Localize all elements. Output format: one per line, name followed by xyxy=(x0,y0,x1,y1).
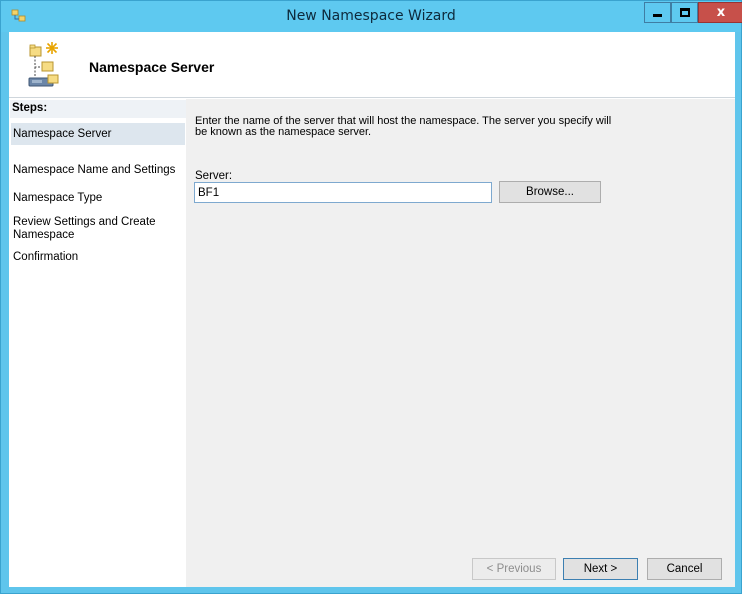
step-label: Namespace Name and Settings xyxy=(13,164,176,176)
minimize-button[interactable] xyxy=(644,2,671,23)
step-label: Review Settings and Create Namespace xyxy=(13,216,156,241)
maximize-button[interactable] xyxy=(671,2,698,23)
step-confirmation[interactable]: Confirmation xyxy=(11,251,185,264)
step-namespace-name-and-settings[interactable]: Namespace Name and Settings xyxy=(11,164,185,177)
step-label: Namespace Type xyxy=(13,192,103,204)
wizard-client-area: Namespace Server Steps: Namespace Server… xyxy=(9,32,735,587)
step-label: Confirmation xyxy=(13,251,79,263)
server-label: Server: xyxy=(195,170,233,182)
title-bar[interactable]: New Namespace Wizard x xyxy=(1,1,742,32)
wizard-header: Namespace Server xyxy=(9,32,735,98)
cancel-button[interactable]: Cancel xyxy=(647,558,722,580)
previous-button[interactable]: < Previous xyxy=(472,558,556,580)
namespace-server-icon xyxy=(28,42,59,87)
page-title: Namespace Server xyxy=(89,59,215,75)
minimize-icon xyxy=(653,14,662,17)
step-review-settings[interactable]: Review Settings and Create Namespace xyxy=(11,216,185,242)
wizard-window: New Namespace Wizard x Namespace Server … xyxy=(0,0,742,594)
server-input[interactable] xyxy=(194,182,492,203)
browse-button[interactable]: Browse... xyxy=(499,181,601,203)
step-label: Namespace Server xyxy=(13,128,112,140)
instructions-text: Enter the name of the server that will h… xyxy=(195,115,612,138)
close-button[interactable]: x xyxy=(698,2,742,23)
steps-panel: Steps: Namespace Server Namespace Name a… xyxy=(9,99,186,587)
steps-heading: Steps: xyxy=(10,100,186,118)
window-title: New Namespace Wizard xyxy=(286,8,456,24)
next-button[interactable]: Next > xyxy=(563,558,638,580)
step-namespace-server[interactable]: Namespace Server xyxy=(11,123,185,145)
maximize-icon xyxy=(679,8,690,17)
step-namespace-type[interactable]: Namespace Type xyxy=(11,192,185,205)
close-icon: x xyxy=(716,5,726,20)
content-panel: Enter the name of the server that will h… xyxy=(186,99,735,587)
